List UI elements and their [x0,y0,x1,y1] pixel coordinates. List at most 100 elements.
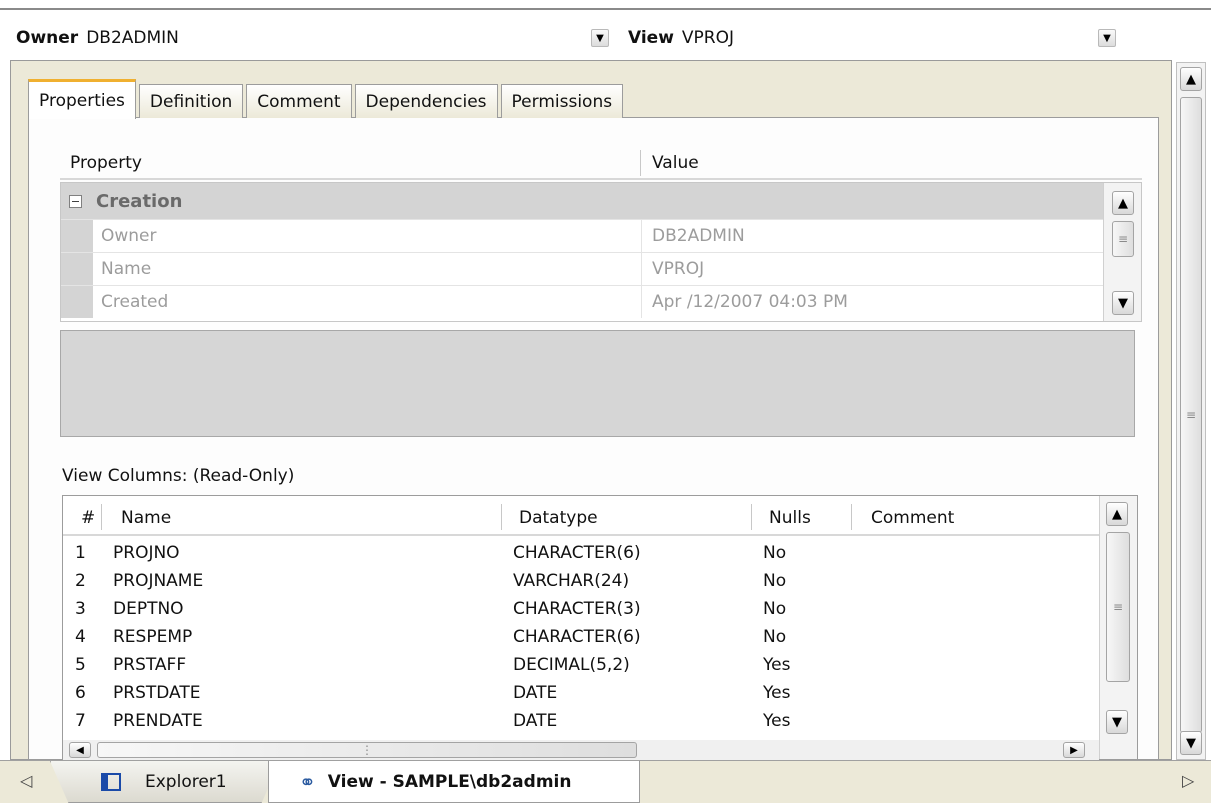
row-name: PRENDATE [113,711,203,731]
property-row-name[interactable]: Name VPROJ [61,252,1103,285]
row-num: 7 [75,711,86,731]
property-name: Owner [93,220,642,252]
tabs-scroll-right-icon[interactable]: ▷ [1182,771,1194,790]
row-gutter [61,286,93,318]
doc-tab-view[interactable]: ⚭ View - SAMPLE\db2admin [268,761,640,803]
columns-scroll-down-icon[interactable]: ▼ [1106,710,1128,734]
row-num: 6 [75,683,86,703]
row-name: PRSTAFF [113,655,187,675]
property-row-owner[interactable]: Owner DB2ADMIN [61,219,1103,252]
row-nulls: No [763,627,787,647]
value-column-header[interactable]: Value [652,153,699,173]
row-datatype: VARCHAR(24) [513,571,630,591]
columns-scroll-up-icon[interactable]: ▲ [1106,502,1128,526]
column-separator [640,150,641,176]
view-label: View [628,28,674,48]
property-scroll-up-icon[interactable]: ▲ [1112,191,1134,215]
table-row[interactable]: 1 PROJNO CHARACTER(6) No [63,540,1099,568]
tab-properties[interactable]: Properties [28,79,136,119]
row-nulls: No [763,599,787,619]
view-combo[interactable]: View VPROJ ▼ [628,22,1128,54]
columns-horizontal-scrollbar[interactable]: ◀ ⋮ ▶ [63,740,1099,760]
property-value: DB2ADMIN [652,226,745,246]
doc-tab-explorer-label: Explorer1 [145,771,227,792]
row-nulls: Yes [763,711,791,731]
outer-scroll-thumb[interactable]: ≡ [1180,97,1202,733]
row-num: 3 [75,599,86,619]
column-separator [101,504,102,530]
columns-scroll-left-icon[interactable]: ◀ [69,742,91,758]
row-name: PROJNAME [113,571,204,591]
table-row[interactable]: 7 PRENDATE DATE Yes [63,708,1099,736]
columns-hscroll-thumb[interactable]: ⋮ [97,742,637,758]
tabs-scroll-left-icon[interactable]: ◁ [20,771,32,790]
view-columns-label: View Columns: (Read-Only) [62,466,295,486]
creation-group-row[interactable]: Creation [61,183,1103,219]
table-row[interactable]: 2 PROJNAME VARCHAR(24) No [63,568,1099,596]
row-datatype: DECIMAL(5,2) [513,655,630,675]
tab-permissions[interactable]: Permissions [500,84,624,118]
outer-vertical-scrollbar[interactable]: ▲ ≡ ▼ [1176,62,1206,760]
view-dropdown-icon[interactable]: ▼ [1098,29,1116,47]
table-row[interactable]: 6 PRSTDATE DATE Yes [63,680,1099,708]
row-datatype: CHARACTER(3) [513,599,641,619]
column-separator [501,504,502,530]
property-scroll-down-icon[interactable]: ▼ [1112,291,1134,315]
tab-comment[interactable]: Comment [246,84,352,118]
collapse-icon[interactable] [69,194,82,208]
row-gutter [61,253,93,285]
row-gutter [61,220,93,252]
property-value: VPROJ [652,259,705,279]
col-header-comment[interactable]: Comment [871,508,954,528]
row-datatype: DATE [513,711,558,731]
row-datatype: DATE [513,683,558,703]
row-num: 4 [75,627,86,647]
property-description-box [60,330,1135,437]
property-scroll-thumb[interactable]: ≡ [1112,221,1134,257]
column-separator [851,504,852,530]
row-name: PRSTDATE [113,683,201,703]
row-nulls: No [763,543,787,563]
row-num: 2 [75,571,86,591]
row-nulls: Yes [763,683,791,703]
row-nulls: No [763,571,787,591]
property-grid-scrollbar[interactable]: ▲ ≡ ▼ [1103,183,1141,321]
outer-scroll-up-icon[interactable]: ▲ [1180,67,1202,91]
property-column-header[interactable]: Property [70,153,142,173]
owner-dropdown-icon[interactable]: ▼ [591,29,609,47]
panel-icon [101,772,121,791]
document-tab-bar: ◁ Explorer1 ⚭ View - SAMPLE\db2admin ▷ [0,760,1211,803]
owner-label: Owner [16,28,79,48]
table-row[interactable]: 5 PRSTAFF DECIMAL(5,2) Yes [63,652,1099,680]
row-num: 1 [75,543,86,563]
property-name: Created [93,286,642,318]
tab-definition[interactable]: Definition [138,84,244,118]
row-name: RESPEMP [113,627,193,647]
row-datatype: CHARACTER(6) [513,543,641,563]
col-header-num[interactable]: # [81,508,95,528]
table-row[interactable]: 3 DEPTNO CHARACTER(3) No [63,596,1099,624]
property-grid-header: Property Value [60,148,1142,180]
property-grid: Creation Owner DB2ADMIN Name VPROJ Creat… [60,182,1142,322]
outer-scroll-down-icon[interactable]: ▼ [1180,731,1202,755]
tab-dependencies[interactable]: Dependencies [354,84,498,118]
row-nulls: Yes [763,655,791,675]
row-datatype: CHARACTER(6) [513,627,641,647]
creation-group-label: Creation [96,190,183,212]
property-row-created[interactable]: Created Apr /12/2007 04:03 PM [61,285,1103,318]
columns-scroll-right-icon[interactable]: ▶ [1063,742,1085,758]
window-top-edge [0,0,1211,10]
row-name: PROJNO [113,543,180,563]
columns-grid-scrollbar[interactable]: ▲ ≡ ▼ [1099,496,1137,759]
col-header-datatype[interactable]: Datatype [519,508,598,528]
table-row[interactable]: 4 RESPEMP CHARACTER(6) No [63,624,1099,652]
columns-scroll-thumb[interactable]: ≡ [1106,532,1130,682]
view-value: VPROJ [681,28,735,48]
binoculars-icon: ⚭ [299,769,316,794]
owner-combo[interactable]: Owner DB2ADMIN ▼ [16,22,609,54]
doc-tab-explorer[interactable]: Explorer1 [50,761,280,803]
col-header-name[interactable]: Name [121,508,171,528]
row-num: 5 [75,655,86,675]
doc-tab-view-label: View - SAMPLE\db2admin [327,771,572,792]
col-header-nulls[interactable]: Nulls [769,508,811,528]
